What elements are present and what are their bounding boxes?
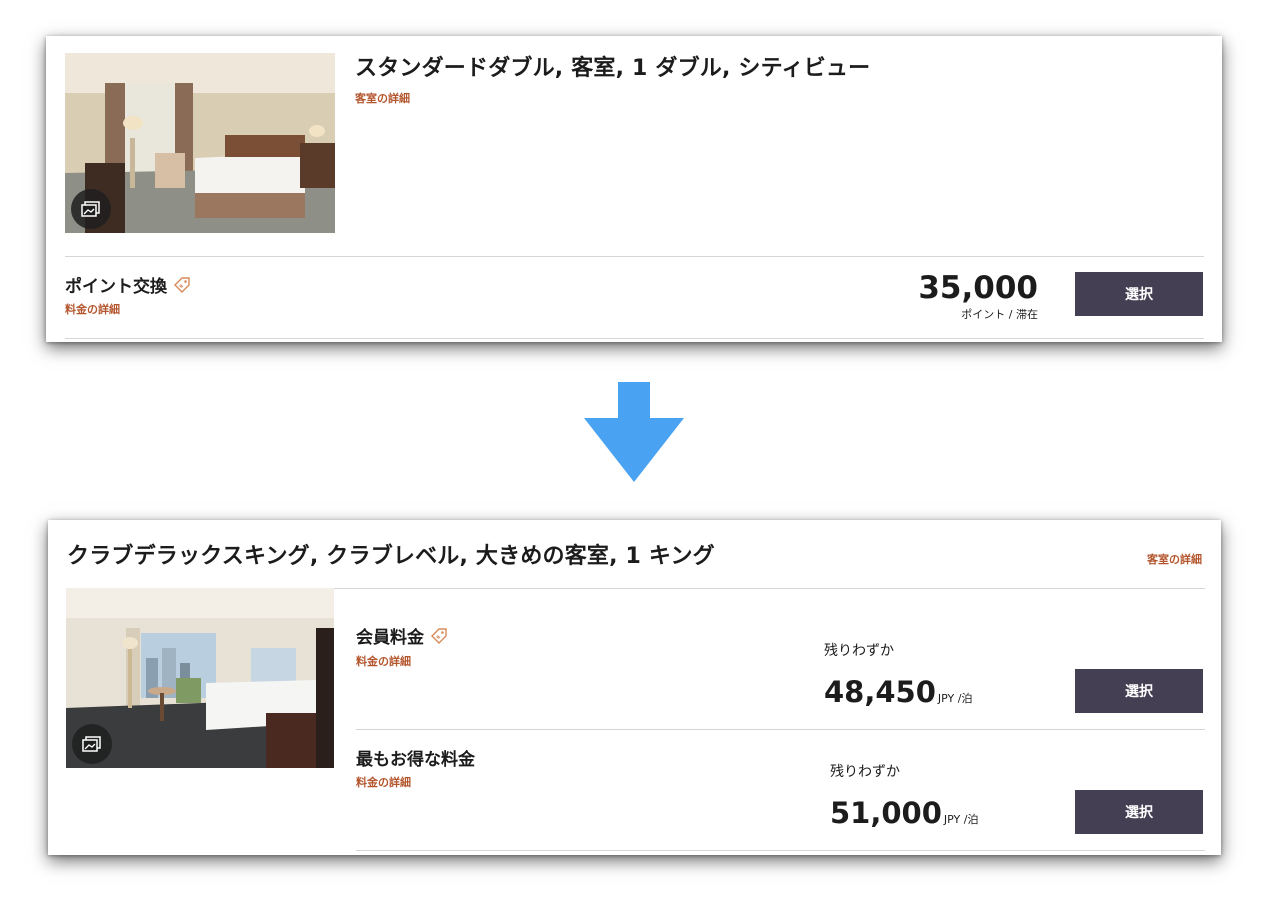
room-details-link[interactable]: 客室の詳細 xyxy=(1147,551,1202,567)
availability-text: 残りわずか xyxy=(830,764,900,780)
room-card-club-deluxe-king: クラブデラックスキング, クラブレベル, 大きめの客室, 1 キング 客室の詳細 xyxy=(48,520,1221,855)
rate-name: ポイント交換 xyxy=(65,272,191,297)
price-unit: JPY /泊 xyxy=(937,692,973,705)
gallery-icon xyxy=(81,201,100,217)
select-button[interactable]: 選択 xyxy=(1075,669,1203,713)
jpy-price: 51,000 JPY /泊 xyxy=(830,796,978,830)
price-unit: ポイント / 滞在 xyxy=(961,308,1038,321)
tag-icon xyxy=(174,276,190,293)
room-title: クラブデラックスキング, クラブレベル, 大きめの客室, 1 キング xyxy=(67,544,715,569)
select-button[interactable]: 選択 xyxy=(1075,272,1203,316)
select-button[interactable]: 選択 xyxy=(1075,790,1203,834)
room-details-link[interactable]: 客室の詳細 xyxy=(355,90,410,106)
points-price: 35,000 xyxy=(918,270,1038,306)
gallery-icon xyxy=(82,736,101,752)
gallery-button[interactable] xyxy=(71,189,111,229)
divider xyxy=(356,729,1205,730)
tag-icon xyxy=(431,627,447,644)
gallery-button[interactable] xyxy=(72,724,112,764)
rate-details-link[interactable]: 料金の詳細 xyxy=(356,774,411,790)
rate-name-label: ポイント交換 xyxy=(65,277,167,297)
jpy-price: 48,450 JPY /泊 xyxy=(824,675,972,709)
room-photo-standard-double[interactable] xyxy=(65,53,335,233)
rate-name: 最もお得な料金 xyxy=(356,745,475,770)
room-card-standard-double: スタンダードダブル, 客室, 1 ダブル, シティビュー 客室の詳細 ポイント交… xyxy=(46,36,1222,342)
divider xyxy=(65,256,1204,257)
room-title: スタンダードダブル, 客室, 1 ダブル, シティビュー xyxy=(355,56,871,81)
arrow-down-icon xyxy=(584,382,684,482)
price-unit: JPY /泊 xyxy=(943,813,979,826)
price-value: 51,000 xyxy=(830,796,942,830)
rate-details-link[interactable]: 料金の詳細 xyxy=(356,653,411,669)
rate-name: 会員料金 xyxy=(356,623,448,648)
room-photo-club-deluxe-king[interactable] xyxy=(66,588,334,768)
price-value: 48,450 xyxy=(824,675,936,709)
rate-name-label: 最もお得な料金 xyxy=(356,750,475,770)
rate-name-label: 会員料金 xyxy=(356,628,424,648)
divider xyxy=(356,850,1205,851)
divider xyxy=(65,338,1204,339)
availability-text: 残りわずか xyxy=(824,643,894,659)
rate-details-link[interactable]: 料金の詳細 xyxy=(65,301,120,317)
